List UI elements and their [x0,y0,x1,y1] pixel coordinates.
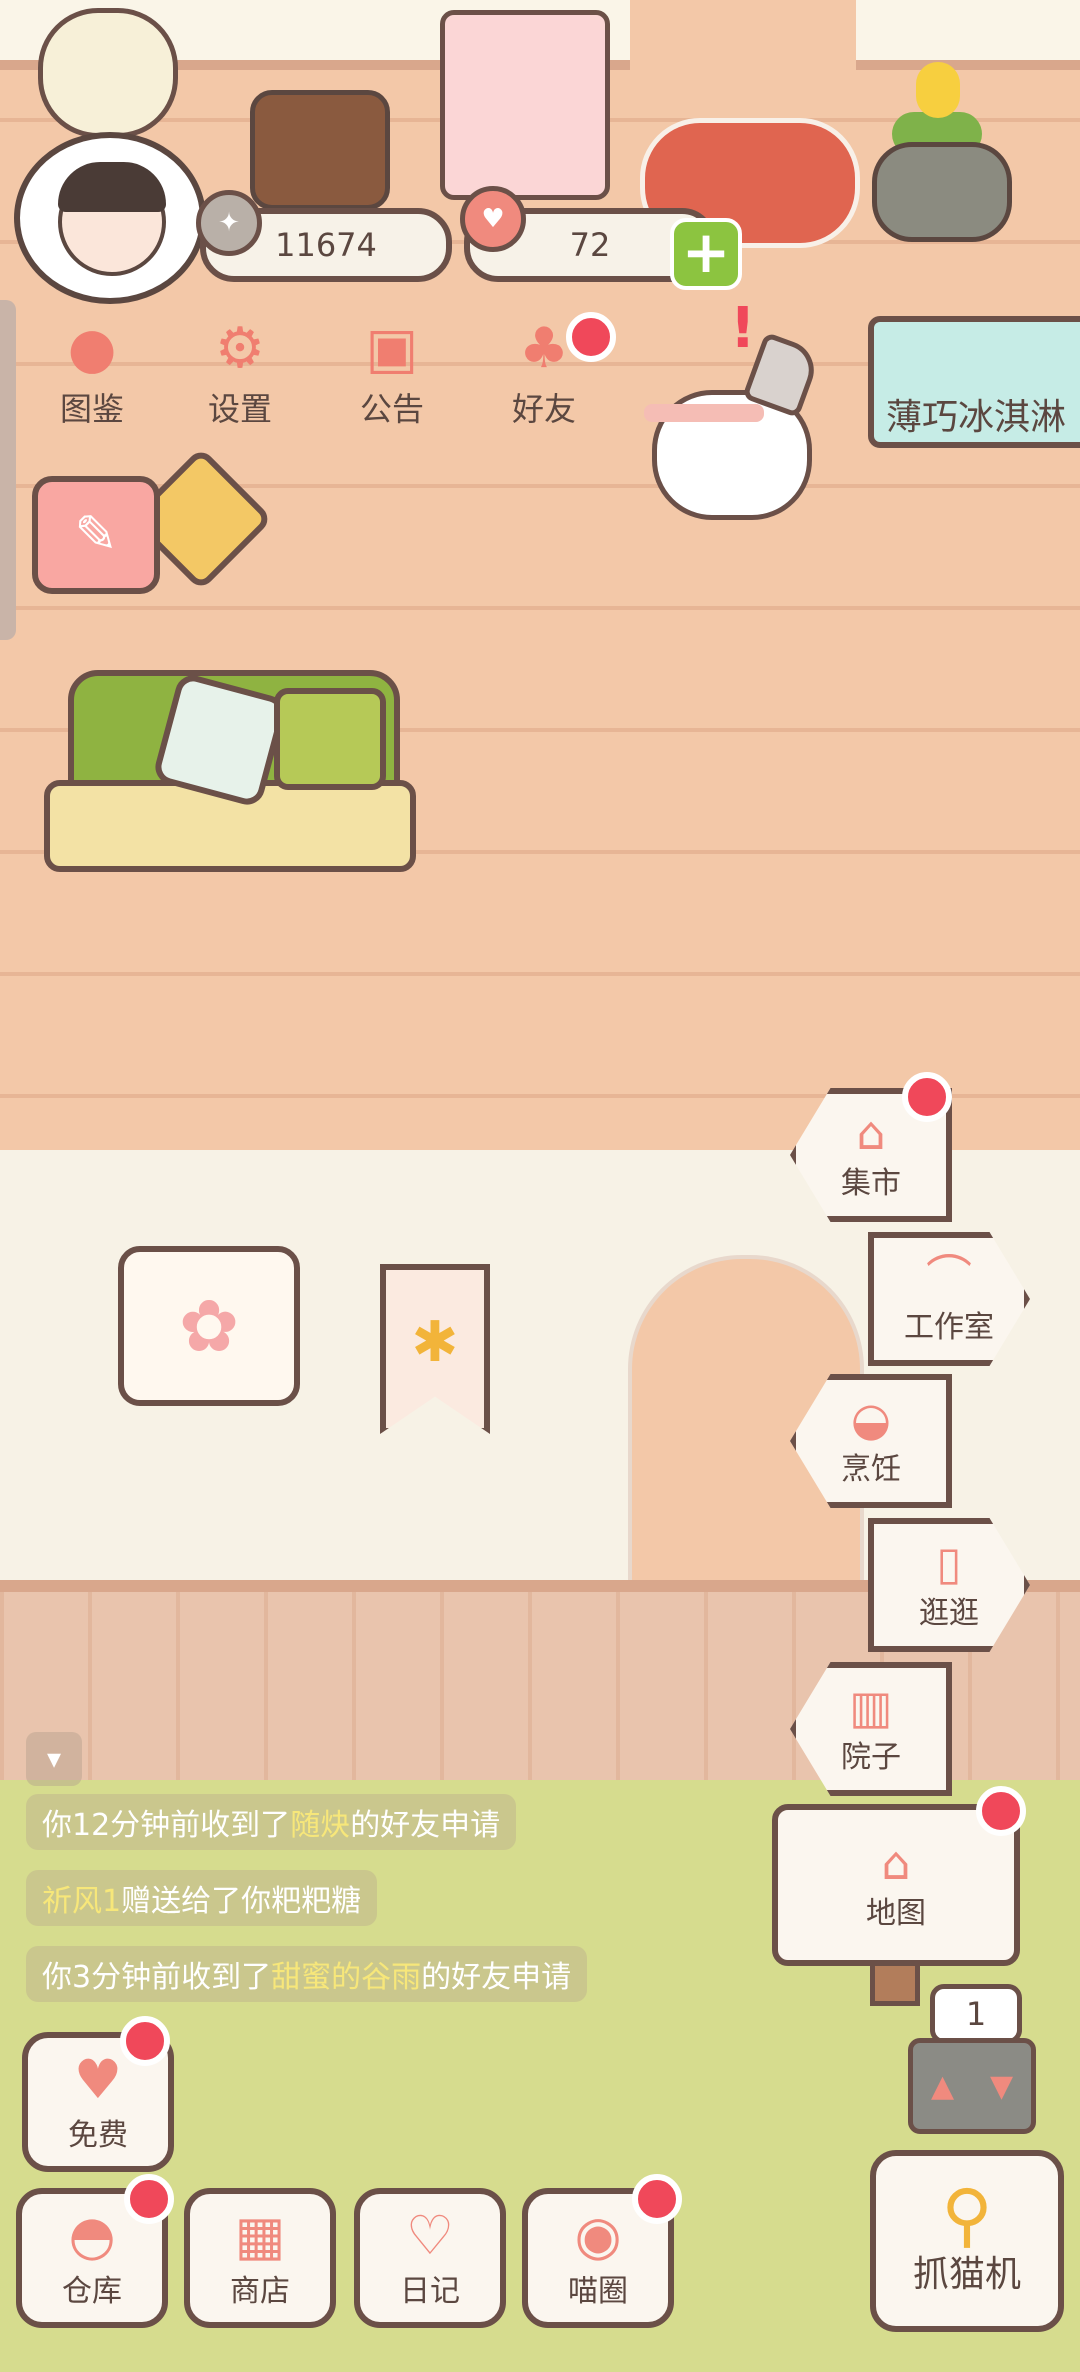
teapot-decoration [38,8,178,138]
menu-guide-label: 图鉴 [59,390,124,428]
notebook-icon: ♡ [405,2204,455,2267]
fence-icon: ▥ [849,1680,893,1734]
cooking-label: 烹饪 [841,1452,901,1487]
chat-text: 的好友申请 [421,1960,572,1995]
fish-icon: ✦ [196,190,262,256]
storage-label: 仓库 [62,2274,122,2309]
planet-cat-icon: ◉ [574,2204,622,2267]
friends-notification-badge [566,312,616,362]
shop-label: 商店 [230,2274,290,2309]
heart-icon: ♥ [460,186,526,252]
heart-value: 72 [569,226,611,264]
shop-sign-label: 薄巧冰淇淋 [886,397,1067,438]
map-label: 地图 [866,1896,926,1931]
slot-machine-icon: ▲ ▼ [908,2038,1036,2134]
market-notification-badge [902,1072,952,1122]
gear-icon: ⚙ [214,316,266,381]
cat-character[interactable] [622,330,832,530]
shop-icon: ▦ [234,2204,286,2267]
gift-icon: ▣ [365,316,419,381]
heart-icon: ♥ [73,2048,123,2111]
workshop-label: 工作室 [904,1310,994,1345]
coin-value: 11674 [275,226,377,264]
cat-face-icon: ● [67,316,117,381]
claw-machine-button[interactable]: ⚲ 抓猫机 [870,2150,1064,2332]
slot-machine-button[interactable]: 1 ▲ ▼ [908,1984,1036,2134]
chat-username[interactable]: 甜蜜的谷雨 [271,1952,421,1996]
free-label: 免费 [68,2118,128,2153]
milk-carton-decoration [440,10,610,200]
chat-message[interactable]: 你3分钟前收到了 甜蜜的谷雨 的好友申请 [26,1946,588,2002]
yard-label: 院子 [841,1740,901,1775]
diary-button[interactable]: ♡ 日记 [354,2188,506,2328]
chat-username[interactable]: 祈风1 [42,1876,121,1920]
player-avatar[interactable] [14,132,206,304]
chat-message[interactable]: 祈风1 赠送给了你粑粑糖 [26,1870,378,1926]
slot-count: 1 [930,1984,1022,2044]
alert-icon: ! [730,296,756,361]
side-drawer-handle[interactable] [0,300,16,640]
chat-message[interactable]: 你12分钟前收到了 随炔 的好友申请 [26,1794,517,1850]
map-notification-badge [976,1786,1026,1836]
calendar-pencil-button[interactable]: ✎ [32,476,160,594]
free-notification-badge [120,2016,170,2066]
menu-guide-button[interactable]: ● 图鉴 [32,316,152,429]
hanger-icon: ⌒ [926,1250,972,1304]
house-icon: ⌂ [881,1836,911,1890]
meow-notification-badge [632,2174,682,2224]
chat-text: 的好友申请 [350,1808,501,1843]
chat-text: 你3分钟前收到了 [42,1960,272,1995]
menu-settings-label: 设置 [207,390,272,428]
market-stall-icon: ⌂ [856,1106,886,1160]
chat-collapse-button[interactable]: ▾ [26,1732,82,1786]
door-icon: ▯ [936,1536,962,1590]
meow-label: 喵圈 [568,2274,628,2309]
chat-username[interactable]: 随炔 [290,1800,350,1844]
menu-notice-button[interactable]: ▣ 公告 [332,316,452,429]
add-hearts-button[interactable]: + [670,218,742,290]
chat-text: 你12分钟前收到了 [42,1808,291,1843]
flower-wall-sign[interactable]: ✿ [118,1246,300,1406]
shop-button[interactable]: ▦ 商店 [184,2188,336,2328]
window-right [856,0,1080,70]
jars-decoration [250,90,390,210]
diary-label: 日记 [400,2274,460,2309]
menu-notice-label: 公告 [359,390,424,428]
claw-icon: ⚲ [941,2174,993,2256]
potted-plant-decoration [872,62,1012,242]
storage-notification-badge [124,2174,174,2224]
storage-icon: ◓ [68,2204,116,2267]
menu-settings-button[interactable]: ⚙ 设置 [180,316,300,429]
market-label: 集市 [841,1166,901,1201]
sofa-furniture[interactable] [44,670,416,890]
stroll-label: 逛逛 [919,1596,979,1631]
pot-icon: ◒ [850,1392,892,1446]
claw-label: 抓猫机 [912,2254,1021,2295]
chat-text: 赠送给了你粑粑糖 [121,1884,362,1919]
menu-friends-label: 好友 [511,390,576,428]
